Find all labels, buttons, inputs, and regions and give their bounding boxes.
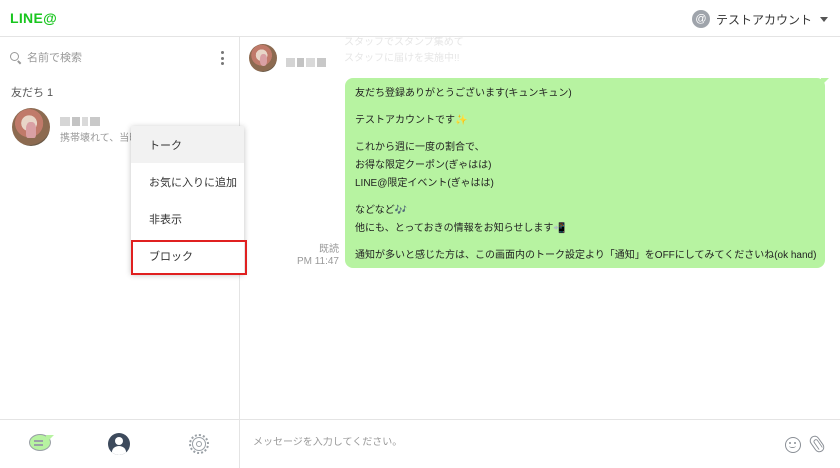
message-composer — [240, 419, 840, 468]
top-header: LINE@ @ テストアカウント — [0, 0, 840, 37]
line-at-logo: LINE@ — [10, 10, 58, 26]
friend-avatar — [12, 108, 50, 146]
message-input[interactable] — [253, 437, 703, 448]
message-line: テストアカウントです✨ — [355, 115, 468, 126]
attachment-clip-icon[interactable] — [807, 433, 827, 455]
sender-avatar — [249, 44, 277, 72]
faded-line: スタッフに届けを実施中!! — [344, 53, 460, 64]
gear-icon[interactable] — [188, 433, 210, 455]
menu-item-add-favorite[interactable]: お気に入りに追加 — [131, 163, 244, 200]
message-line: これから週に一度の割合で、 — [355, 142, 485, 153]
faded-previous-message: スタッフでスタンプ集めて スタッフに届けを実施中!! — [344, 37, 464, 65]
friend-status-message: 携帯壊れて、当時 — [60, 133, 140, 144]
chat-icon[interactable] — [28, 433, 54, 455]
search-bar[interactable] — [10, 50, 210, 66]
message-meta: 既読 PM 11:47 — [295, 244, 339, 268]
friends-count-label: 友だち 1 — [11, 87, 54, 99]
message-line: 他にも、とっておきの情報をお知らせします📲 — [355, 223, 566, 234]
menu-item-block[interactable]: ブロック — [131, 237, 244, 274]
sender-name-blurred — [286, 54, 328, 67]
message-line: などなど🎶 — [355, 205, 408, 216]
caret-down-icon — [820, 16, 828, 22]
search-icon — [10, 52, 22, 65]
account-switcher[interactable]: @ テストアカウント — [691, 8, 828, 30]
sidebar-nav — [0, 419, 239, 468]
friend-context-menu: トーク お気に入りに追加 非表示 ブロック — [131, 126, 244, 274]
search-input[interactable] — [27, 52, 197, 64]
menu-item-talk[interactable]: トーク — [131, 126, 244, 163]
menu-item-hide[interactable]: 非表示 — [131, 200, 244, 237]
message-line: LINE@限定イベント(ぎゃはは) — [355, 178, 494, 189]
message-line: 友だち登録ありがとうございます(キュンキュン) — [355, 88, 572, 99]
message-timestamp: PM 11:47 — [296, 256, 339, 267]
account-avatar-icon: @ — [691, 10, 710, 28]
message-line: お得な限定クーポン(ぎゃはは) — [355, 160, 492, 171]
line-at-app: LINE@ @ テストアカウント 友だち 1 携帯壊れて、当時 — [0, 0, 840, 468]
more-options-icon[interactable] — [220, 51, 224, 65]
friends-icon[interactable] — [108, 433, 130, 455]
chat-pane: スタッフでスタンプ集めて スタッフに届けを実施中!! 友だち登録ありがとうござい… — [240, 37, 840, 468]
friend-name-blurred — [60, 113, 102, 126]
read-receipt: 既読 — [319, 244, 339, 255]
message-line: 通知が多いと感じた方は、この画面内のトーク設定より「通知」をOFFにしてみてくだ… — [355, 250, 817, 261]
message-bubble: 友だち登録ありがとうございます(キュンキュン) テストアカウントです✨ これから… — [345, 78, 829, 268]
account-name: テストアカウント — [715, 12, 812, 27]
emoji-icon[interactable] — [785, 437, 801, 453]
faded-line: スタッフでスタンプ集めて — [344, 37, 464, 48]
